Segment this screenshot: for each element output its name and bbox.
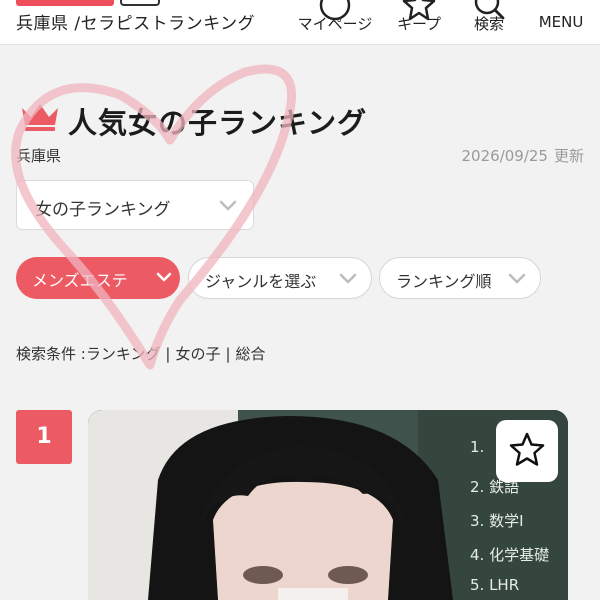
nav-search-label: 検索: [473, 15, 504, 33]
prefecture-label: 兵庫県: [16, 147, 62, 165]
search-condition-separator: |: [165, 345, 171, 363]
board-line: 1.: [470, 438, 485, 456]
search-conditions-label: 検索条件 :: [16, 345, 86, 363]
chevron-down-icon: [339, 273, 357, 284]
keep-button[interactable]: [496, 420, 558, 482]
chevron-down-icon: [156, 272, 172, 282]
genre-filter-label: ジャンルを選ぶ: [205, 272, 317, 291]
chevron-down-icon: [219, 200, 237, 211]
site-logo-badge: [120, 0, 160, 6]
board-line: 3. 数学Ⅰ: [470, 512, 524, 530]
search-condition-item: 女の子: [175, 345, 221, 363]
site-header: 兵庫県 /セラピストランキング マイページ キープ 検索 MENU: [0, 0, 600, 45]
site-logo[interactable]: [16, 0, 114, 6]
search-conditions: 検索条件 :ランキング | 女の子 | 総合: [16, 343, 266, 364]
page-title: 人気女の子ランキング: [68, 106, 368, 140]
search-condition-item: ランキング: [85, 345, 161, 363]
search-condition-separator: |: [225, 345, 231, 363]
search-condition-item: 総合: [235, 345, 266, 363]
nav-menu-label: MENU: [538, 13, 584, 31]
crown-icon: [22, 104, 58, 131]
nav-keep[interactable]: キープ: [392, 0, 446, 44]
rank-badge: 1: [16, 410, 72, 464]
nav-keep-label: キープ: [396, 15, 442, 33]
updated-date-value: 2026/09/25: [461, 147, 548, 165]
star-icon: [509, 432, 545, 466]
board-line: 4. 化学基礎: [470, 546, 550, 564]
category-filter-label: メンズエステ: [32, 271, 128, 290]
ranking-type-select[interactable]: 女の子ランキング: [16, 180, 254, 230]
nav-mypage-label: マイページ: [297, 15, 373, 33]
board-line: 5. LHR: [470, 576, 520, 594]
nav-menu[interactable]: MENU: [532, 0, 590, 44]
nav-search[interactable]: 検索: [466, 0, 512, 44]
chevron-down-icon: [508, 273, 526, 284]
category-filter-chip[interactable]: メンズエステ: [16, 257, 180, 299]
sort-filter-chip[interactable]: ランキング順: [379, 257, 541, 299]
nav-mypage[interactable]: マイページ: [296, 0, 374, 44]
sort-filter-label: ランキング順: [396, 272, 492, 291]
breadcrumb[interactable]: 兵庫県 /セラピストランキング: [16, 9, 255, 34]
ranking-type-select-value: 女の子ランキング: [35, 200, 171, 220]
genre-filter-chip[interactable]: ジャンルを選ぶ: [188, 257, 372, 299]
updated-date: 2026/09/25 更新: [462, 145, 584, 166]
updated-suffix: 更新: [553, 147, 584, 165]
